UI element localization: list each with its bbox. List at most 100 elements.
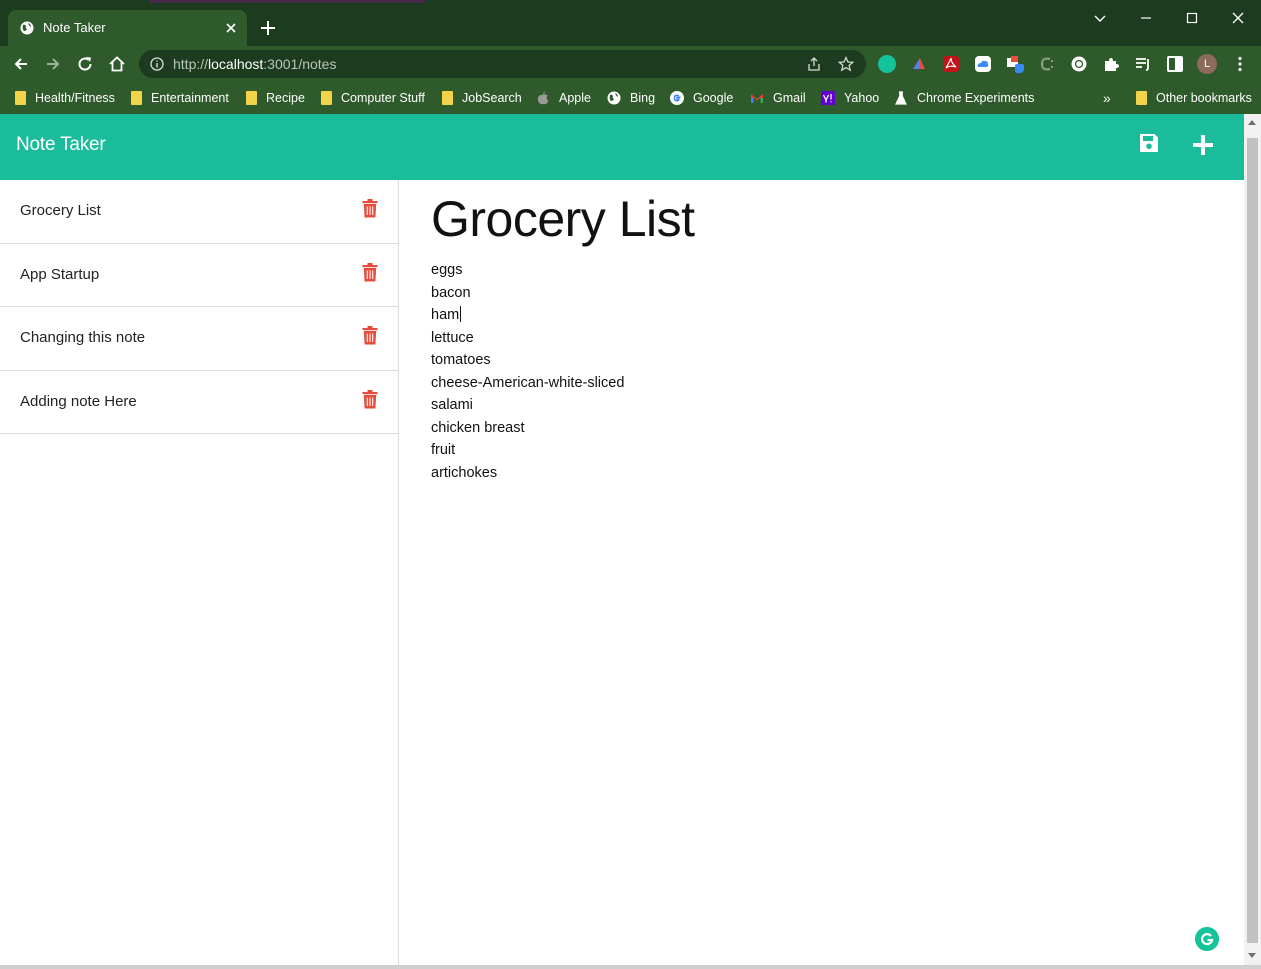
bookmark-apple[interactable]: Apple [536, 89, 591, 107]
bookmark-other-bookmarks[interactable]: Other bookmarks [1136, 89, 1252, 107]
note-line: salami [431, 397, 473, 413]
bookmark-computer-stuff[interactable]: Computer Stuff [321, 89, 425, 107]
forward-arrow-icon[interactable] [44, 55, 62, 73]
app-brand[interactable]: Note Taker [16, 134, 106, 156]
gmail-icon [751, 94, 763, 103]
bookmark-health-fitness[interactable]: Health/Fitness [15, 89, 115, 107]
bookmark-label: Health/Fitness [35, 91, 115, 105]
save-icon[interactable] [1138, 132, 1160, 154]
note-title[interactable]: Grocery List [20, 202, 101, 219]
note-line: chicken breast [431, 419, 525, 436]
tab-search-icon[interactable] [1092, 10, 1108, 26]
folder-icon [321, 91, 332, 105]
folder-icon [131, 91, 142, 105]
bookmarks-bar: Health/Fitness Entertainment Recipe Comp… [0, 82, 1261, 114]
bookmark-jobsearch[interactable]: JobSearch [442, 89, 522, 107]
folder-icon [246, 91, 257, 105]
bookmark-bing[interactable]: Bing [607, 89, 655, 107]
note-editor: Grocery List eggs bacon ham lettuce toma… [399, 180, 1244, 965]
note-title[interactable]: Adding note Here [20, 393, 137, 410]
bookmark-label: Chrome Experiments [917, 91, 1035, 105]
scroll-up-arrow-icon[interactable] [1248, 120, 1256, 125]
grammarly-extension-icon[interactable] [878, 55, 896, 73]
side-panel-icon[interactable] [1166, 55, 1184, 73]
share-icon[interactable] [806, 56, 822, 72]
close-tab-icon[interactable] [223, 20, 239, 36]
media-control-icon[interactable] [1134, 55, 1152, 73]
browser-menu-icon[interactable] [1231, 55, 1249, 73]
bookmarks-overflow-button[interactable]: » [1103, 89, 1111, 107]
note-title[interactable]: App Startup [20, 266, 99, 283]
bookmark-gmail[interactable]: Gmail [750, 89, 806, 107]
back-arrow-icon[interactable] [12, 55, 30, 73]
bookmark-google[interactable]: Google [670, 89, 733, 107]
delete-trash-icon[interactable] [362, 326, 378, 345]
home-icon[interactable] [108, 55, 126, 73]
bookmark-recipe[interactable]: Recipe [246, 89, 305, 107]
note-textarea[interactable]: eggs bacon ham lettuce tomatoes cheese-A… [431, 259, 1131, 484]
delete-trash-icon[interactable] [362, 262, 378, 282]
url-scheme: http:// [173, 56, 209, 72]
flask-icon [895, 91, 907, 105]
cloud-icon[interactable] [974, 55, 992, 73]
close-window-icon[interactable] [1230, 10, 1246, 26]
tab-strip-decoration [150, 0, 425, 3]
url-path: :3001/notes [263, 56, 337, 72]
bookmark-label: Gmail [773, 91, 806, 105]
bookmark-yahoo[interactable]: Yahoo [821, 89, 879, 107]
new-tab-icon[interactable] [259, 19, 277, 37]
extension-icon[interactable] [910, 55, 928, 73]
text-caret [460, 306, 462, 322]
google-icon [670, 91, 684, 105]
site-info-icon[interactable] [150, 57, 164, 71]
bookmark-chrome-experiments[interactable]: Chrome Experiments [894, 89, 1034, 107]
minimize-icon[interactable] [1138, 10, 1154, 26]
note-line-with-caret: ham [431, 304, 1131, 327]
extension-circle-icon[interactable] [1070, 55, 1088, 73]
grammarly-widget-icon[interactable] [1195, 927, 1219, 951]
extension-c-icon[interactable] [1038, 55, 1056, 73]
acrobat-icon[interactable] [942, 55, 960, 73]
list-item[interactable]: Changing this note [0, 307, 398, 371]
folder-icon [442, 91, 453, 105]
delete-trash-icon[interactable] [362, 199, 378, 218]
profile-avatar[interactable]: L [1197, 54, 1217, 74]
bookmark-label: Computer Stuff [341, 91, 425, 105]
extension-badge-icon[interactable] [1006, 55, 1024, 73]
browser-tab-note-taker[interactable]: Note Taker [8, 10, 247, 46]
bookmark-label: Yahoo [844, 91, 880, 105]
scroll-down-arrow-icon[interactable] [1248, 953, 1256, 958]
bookmark-label: Other bookmarks [1156, 91, 1252, 105]
note-line: eggs [431, 262, 463, 278]
note-title[interactable]: Changing this note [20, 329, 145, 346]
delete-trash-icon[interactable] [362, 389, 378, 409]
scrollbar-thumb[interactable] [1247, 138, 1258, 943]
browser-tab-strip: Note Taker [0, 0, 1261, 46]
note-line: fruit [431, 442, 456, 458]
bookmark-star-icon[interactable] [838, 56, 854, 72]
browser-toolbar: http://localhost:3001/notes L [0, 46, 1261, 82]
note-line: artichokes [431, 464, 498, 481]
note-line: cheese-American-white-sliced [431, 374, 625, 391]
bookmark-label: Entertainment [151, 91, 229, 105]
browser-tab-title: Note Taker [43, 20, 106, 35]
maximize-icon[interactable] [1184, 10, 1200, 26]
list-item[interactable]: App Startup [0, 244, 398, 307]
reload-icon[interactable] [76, 55, 94, 73]
address-bar[interactable]: http://localhost:3001/notes [139, 50, 866, 78]
new-note-plus-icon[interactable] [1191, 133, 1215, 157]
note-title-input[interactable]: Grocery List [431, 190, 695, 248]
bookmark-label: Google [693, 91, 734, 105]
folder-icon [15, 91, 26, 105]
yahoo-icon [821, 91, 835, 105]
address-bar-url: http://localhost:3001/notes [173, 56, 336, 72]
page-scrollbar[interactable] [1244, 114, 1261, 965]
list-item[interactable]: Grocery List [0, 180, 398, 244]
bookmark-entertainment[interactable]: Entertainment [131, 89, 229, 107]
globe-icon [607, 91, 621, 105]
notes-list: Grocery List App Startup Changing this n… [0, 180, 399, 965]
extensions-puzzle-icon[interactable] [1102, 55, 1120, 73]
note-line: tomatoes [431, 352, 491, 368]
list-item[interactable]: Adding note Here [0, 371, 398, 434]
note-line: lettuce [431, 329, 474, 346]
